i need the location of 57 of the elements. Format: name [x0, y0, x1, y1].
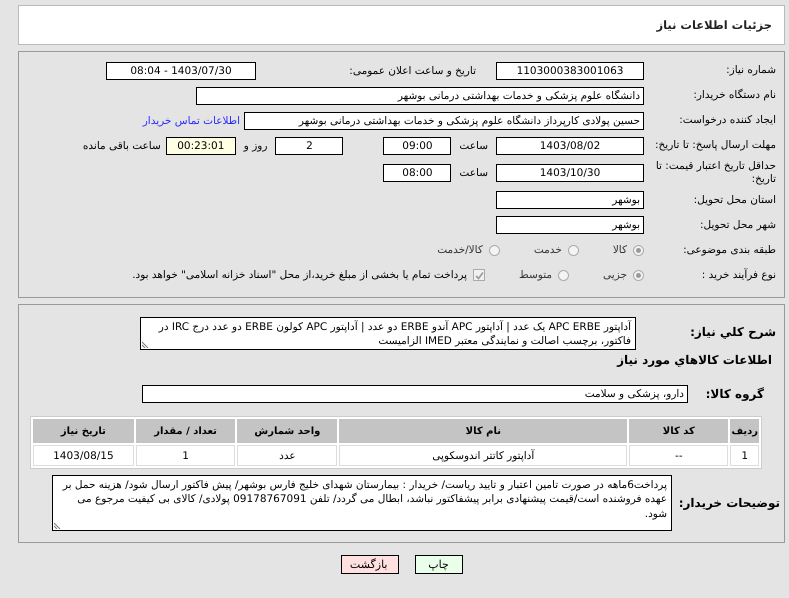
remaining-time-field: 00:23:01	[166, 137, 236, 155]
page-header: جزئیات اطلاعات نیاز	[18, 5, 785, 45]
time-field: 09:00	[383, 137, 452, 155]
need-number-field: 1103000383001063	[496, 62, 644, 80]
column-header: تعداد / مقدار	[136, 419, 236, 444]
description-textarea: آداپتور APC ERBE یک عدد | آداپتور APC آندو ERBE دو عدد | آداپتور APC کولون ERBE دو عدد درج IRC در فاکتور، برچسب اصالت و نمایندگی معتبر IMED الزامیست	[140, 317, 636, 350]
time-label: ساعت	[458, 167, 489, 180]
option-label: متوسط	[519, 269, 552, 282]
table-cell: 1403/08/15	[33, 445, 134, 466]
column-header: تاریخ نیاز	[33, 419, 134, 444]
date-field: 1403/10/30	[496, 164, 644, 182]
field-label: شماره نیاز:	[725, 64, 777, 78]
column-header: واحد شمارش	[237, 419, 338, 444]
field-label: طبقه بندی موضوعی:	[682, 244, 777, 257]
date-field: 1403/08/02	[496, 137, 644, 155]
field-label: استان محل تحویل:	[692, 194, 777, 207]
time-label: ساعت	[458, 140, 489, 152]
table-cell: 1	[730, 445, 759, 466]
column-header: ردیف	[730, 419, 759, 444]
column-header: نام کالا	[339, 419, 628, 444]
resize-grip-icon[interactable]	[54, 521, 62, 530]
back-button[interactable]: بازگشت	[340, 555, 398, 574]
field-label: حداقل تاریخ اعتبار قیمت: تا تاریخ:	[654, 160, 777, 186]
days-field: 2	[275, 137, 344, 155]
table-cell: 1	[136, 445, 236, 466]
option-label: جزیی	[603, 269, 627, 282]
treasury-text: پرداخت تمام یا بخشی از مبلغ خرید،از محل "اسناد خزانه اسلامی" خواهد بود.	[132, 269, 468, 282]
days-label: روز و	[242, 140, 268, 152]
buyer-org-field: دانشگاه علوم پزشکی و خدمات بهداشتی درمانی بوشهر	[196, 87, 644, 105]
table-cell: --	[629, 445, 728, 466]
table-cell: عدد	[237, 445, 338, 466]
city-field: بوشهر	[496, 216, 644, 234]
option-label: خدمت	[534, 244, 562, 256]
goods-group-field: دارو، پزشکی و سلامت	[142, 385, 688, 404]
field-label: گروه کالا:	[704, 386, 765, 402]
resize-grip-icon[interactable]	[142, 340, 150, 348]
province-field: بوشهر	[496, 191, 644, 210]
field-label: نام دستگاه خریدار:	[692, 89, 777, 103]
requester-field: حسین پولادی کارپرداز دانشگاه علوم پزشکی و خدمات بهداشتی درمانی بوشهر	[244, 112, 644, 130]
table-cell: آداپتور کاتتر اندوسکوپی	[339, 445, 628, 466]
buyer-notes-textarea: پرداخت6ماهه در صورت تامین اعتبار و تایید ریاست/ خریدار : بیمارستان شهدای خلیج فارس بوشهر/ پیش فاکتور ارسال شود/ هزینه حمل بر عهده فروشنده است/قیمت پیشنهادی برابر پیشفاکتور نباشد، ابطال می گردد/ تلفن 09178767091 پولادی/ کالای بی کیفیت مرجوع می شود.	[52, 475, 672, 532]
field-label: توضیحات خریدار:	[678, 496, 781, 511]
buyer-contact-link[interactable]: اطلاعات تماس خریدار	[142, 115, 240, 127]
remaining-label: ساعت باقی مانده	[82, 140, 162, 152]
announce-date-field: 1403/07/30 - 08:04	[106, 62, 256, 80]
option-label: کالا	[612, 244, 627, 256]
time-field: 08:00	[383, 164, 452, 182]
section-title: اطلاعات كالاهاي مورد نياز	[616, 353, 773, 368]
column-header: کد کالا	[629, 419, 728, 444]
field-label: مهلت ارسال پاسخ: تا تاریخ:	[654, 139, 777, 153]
field-label: تاریخ و ساعت اعلان عمومی:	[348, 65, 477, 77]
option-label: کالا/خدمت	[437, 244, 483, 256]
field-label: شرح کلي نياز:	[689, 324, 777, 340]
field-label: شهر محل تحویل:	[699, 218, 777, 232]
print-button[interactable]: چاپ	[414, 555, 462, 574]
field-label: ایجاد کننده درخواست:	[678, 114, 777, 128]
field-label: نوع فرآیند خرید :	[700, 268, 777, 282]
